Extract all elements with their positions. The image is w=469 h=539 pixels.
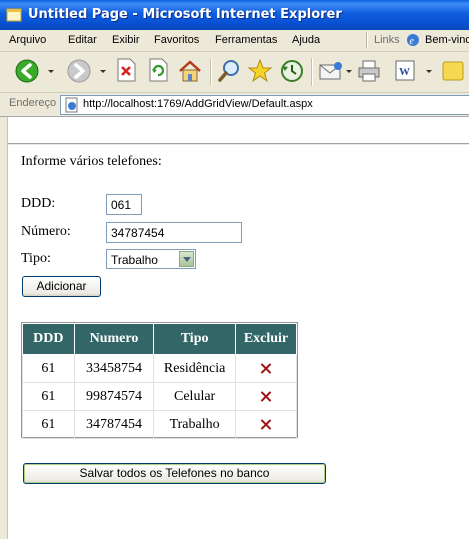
grid-header-ddd: DDD <box>22 323 75 355</box>
table-row: 61 33458754 Residência <box>22 354 298 383</box>
cell-tipo: Trabalho <box>153 410 236 439</box>
refresh-icon[interactable] <box>147 58 169 82</box>
menu-editar[interactable]: Editar <box>68 34 97 46</box>
menu-favoritos[interactable]: Favoritos <box>154 34 199 46</box>
ddd-value: 061 <box>111 198 132 212</box>
address-url: http://localhost:1769/AddGridView/Defaul… <box>83 98 313 110</box>
divider <box>8 143 469 145</box>
page-icon <box>65 97 78 113</box>
address-input[interactable]: http://localhost:1769/AddGridView/Defaul… <box>60 95 469 115</box>
toolbar-separator <box>210 58 212 86</box>
print-icon[interactable] <box>356 58 382 84</box>
delete-icon[interactable] <box>260 391 271 402</box>
page-content: Informe vários telefones: DDD: 061 Númer… <box>0 117 469 539</box>
ddd-input[interactable]: 061 <box>106 194 142 215</box>
table-row: 61 99874574 Celular <box>22 382 298 411</box>
save-all-button[interactable]: Salvar todos os Telefones no banco <box>23 463 326 484</box>
chevron-down-icon[interactable] <box>179 251 194 267</box>
address-bar: Endereço http://localhost:1769/AddGridVi… <box>0 93 469 117</box>
links-bem-vindo[interactable]: Bem-vindo <box>425 34 469 46</box>
numero-value: 34787454 <box>111 226 165 240</box>
home-icon[interactable] <box>177 58 203 84</box>
edit-icon[interactable]: W <box>394 58 416 82</box>
menu-separator <box>366 32 368 48</box>
cell-ddd: 61 <box>22 354 75 383</box>
menu-arquivo[interactable]: Arquivo <box>9 34 46 46</box>
cell-excluir <box>234 382 298 411</box>
back-dropdown-icon[interactable] <box>48 70 54 73</box>
numero-input[interactable]: 34787454 <box>106 222 242 243</box>
messenger-icon[interactable] <box>440 58 466 84</box>
grid-header-numero: Numero <box>73 323 155 355</box>
address-label: Endereço <box>9 97 57 109</box>
toolbar-separator <box>311 58 313 86</box>
numero-label: Número: <box>21 224 71 239</box>
window-title: Untitled Page - Microsoft Internet Explo… <box>28 7 342 22</box>
delete-icon[interactable] <box>260 419 271 430</box>
history-icon[interactable] <box>279 58 305 84</box>
title-bar: Untitled Page - Microsoft Internet Explo… <box>0 0 469 30</box>
cell-ddd: 61 <box>22 410 75 439</box>
menu-ferramentas[interactable]: Ferramentas <box>215 34 277 46</box>
add-button[interactable]: Adicionar <box>22 276 101 297</box>
grid-header-excluir: Excluir <box>234 323 298 355</box>
cell-numero: 33458754 <box>73 354 155 383</box>
search-icon[interactable] <box>218 58 242 84</box>
svg-text:e: e <box>410 36 415 47</box>
tipo-value: Trabalho <box>111 253 158 267</box>
grid-header-tipo: Tipo <box>153 323 236 355</box>
links-label[interactable]: Links <box>374 34 400 46</box>
cell-numero: 34787454 <box>73 410 155 439</box>
tipo-select[interactable]: Trabalho <box>106 249 196 269</box>
delete-icon[interactable] <box>260 363 271 374</box>
forward-icon[interactable] <box>66 58 92 84</box>
back-icon[interactable] <box>14 58 40 84</box>
cell-excluir <box>234 354 298 383</box>
table-row: 61 34787454 Trabalho <box>22 410 298 439</box>
menu-exibir[interactable]: Exibir <box>112 34 140 46</box>
toolbar: W <box>0 52 469 93</box>
svg-text:W: W <box>399 66 410 78</box>
cell-numero: 99874574 <box>73 382 155 411</box>
form-heading: Informe vários telefones: <box>21 154 162 169</box>
menu-ajuda[interactable]: Ajuda <box>292 34 320 46</box>
stop-icon[interactable] <box>115 58 137 82</box>
cell-tipo: Celular <box>153 382 236 411</box>
favorites-icon[interactable] <box>247 58 273 84</box>
mail-icon[interactable] <box>318 58 344 84</box>
ie-app-icon[interactable] <box>6 7 22 23</box>
tipo-label: Tipo: <box>21 251 51 266</box>
ddd-label: DDD: <box>21 196 56 211</box>
phones-grid: DDD Numero Tipo Excluir 61 33458754 Resi… <box>21 322 298 439</box>
cell-excluir <box>234 410 298 439</box>
grid-header-row: DDD Numero Tipo Excluir <box>22 323 298 355</box>
menu-bar: Arquivo Editar Exibir Favoritos Ferramen… <box>0 30 469 52</box>
mail-dropdown-icon[interactable] <box>346 70 352 73</box>
edit-dropdown-icon[interactable] <box>426 70 432 73</box>
ie-page-icon: e <box>407 34 419 47</box>
cell-tipo: Residência <box>153 354 236 383</box>
forward-dropdown-icon[interactable] <box>100 70 106 73</box>
cell-ddd: 61 <box>22 382 75 411</box>
window-left-edge <box>0 117 8 539</box>
